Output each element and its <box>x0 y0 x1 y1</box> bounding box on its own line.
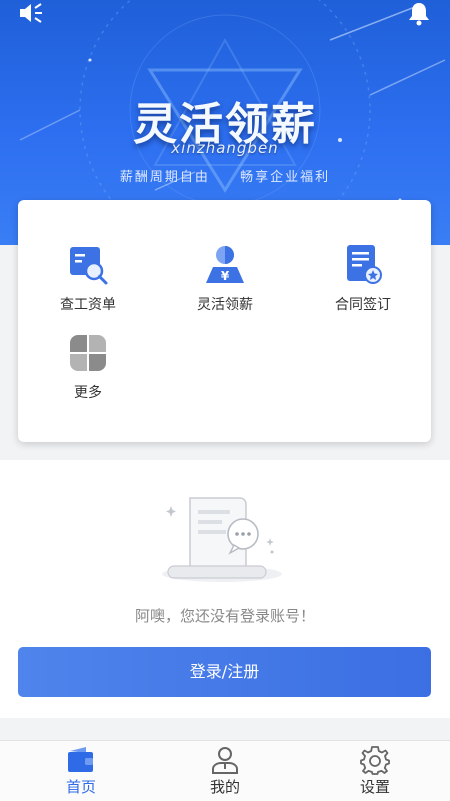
feature-payslip[interactable]: 查工资单 <box>28 243 148 314</box>
tab-label: 首页 <box>65 778 96 796</box>
gear-icon <box>360 745 390 775</box>
slogan-left: 薪酬周期自由 <box>119 170 210 185</box>
empty-state-illustration <box>160 490 290 594</box>
more-icon <box>66 331 110 375</box>
feature-more[interactable]: 更多 <box>28 331 148 402</box>
feature-flexible-salary[interactable]: ¥ 灵活领薪 <box>165 243 285 314</box>
bell-icon[interactable] <box>408 2 430 30</box>
feature-card: 查工资单 ¥ 灵活领薪 合同签订 更多 <box>18 200 431 442</box>
tab-label: 我的 <box>209 778 240 796</box>
tab-mine[interactable]: 我的 <box>170 745 280 797</box>
bottom-tab-bar: 首页 我的 设置 <box>0 740 450 801</box>
feature-contract[interactable]: 合同签订 <box>303 243 423 314</box>
feature-label: 合同签订 <box>335 297 391 313</box>
section-divider <box>0 718 450 740</box>
sound-icon[interactable] <box>18 2 44 28</box>
feature-label: 灵活领薪 <box>197 297 253 313</box>
hero-subtitle: xinzhangben <box>171 139 279 157</box>
tab-settings[interactable]: 设置 <box>320 745 430 797</box>
wallet-icon <box>66 745 96 775</box>
payslip-search-icon <box>66 243 110 287</box>
tab-label: 设置 <box>359 778 390 796</box>
tab-home[interactable]: 首页 <box>26 745 136 797</box>
login-register-button[interactable]: 登录/注册 <box>18 647 431 697</box>
empty-state-message: 阿噢，您还没有登录账号！ <box>134 607 315 625</box>
feature-label: 查工资单 <box>60 297 116 313</box>
salary-person-icon: ¥ <box>203 243 247 287</box>
feature-label: 更多 <box>74 385 102 401</box>
slogan-right: 畅享企业福利 <box>240 170 331 185</box>
hero-slogans: 薪酬周期自由 畅享企业福利 <box>0 166 450 185</box>
contract-icon <box>341 243 385 287</box>
user-icon <box>210 745 240 775</box>
svg-text:¥: ¥ <box>221 269 230 283</box>
